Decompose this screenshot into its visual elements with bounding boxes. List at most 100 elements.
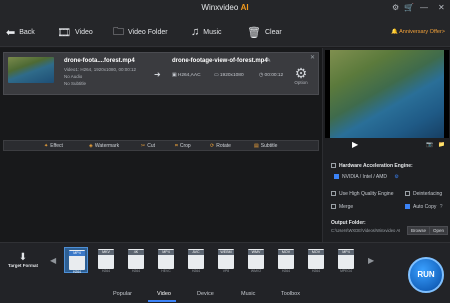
play-icon[interactable]: ▶	[352, 140, 358, 149]
app-title-main: Winxvideo	[201, 3, 239, 12]
tab-device[interactable]: Device	[197, 291, 214, 297]
cart-icon[interactable]: 🛒	[404, 3, 414, 13]
anniversary-offer-link[interactable]: 🔔 Anniversary Offer>	[391, 29, 445, 35]
auto-copy-checkbox[interactable]	[405, 204, 410, 210]
hw-vendor-label: NVIDIA / Intel / AMD	[342, 174, 388, 180]
format-tile[interactable]: AVC H264	[184, 247, 208, 273]
merge-checkbox[interactable]	[331, 204, 336, 210]
format-tag: WEBM	[218, 250, 234, 255]
format-tile[interactable]: 4K H264	[124, 247, 148, 273]
run-button[interactable]: RUN	[408, 257, 444, 293]
source-audio-info[interactable]: No Audio	[64, 74, 82, 79]
tab-video[interactable]: Video	[157, 291, 171, 297]
open-folder-icon[interactable]: 📁	[438, 142, 445, 148]
close-icon[interactable]: ✕	[438, 3, 445, 13]
hw-vendor-row[interactable]: NVIDIA / Intel / AMD ⚙	[334, 174, 399, 180]
minimize-icon[interactable]: —	[420, 3, 428, 13]
title-bar: Winxvideo AI ⚙ 🛒 — ✕	[0, 0, 450, 17]
trash-icon: 🗑	[247, 26, 261, 39]
effect-button[interactable]: ✦ Effect	[44, 143, 63, 149]
deinterlacing-row[interactable]: Deinterlacing	[405, 191, 442, 197]
format-tile[interactable]: MP4 HEVC	[154, 247, 178, 273]
format-tag: AVC	[188, 250, 204, 255]
cut-button[interactable]: ✂ Cut	[141, 143, 155, 149]
high-quality-checkbox[interactable]	[331, 191, 336, 197]
format-tag: MKV	[98, 250, 114, 255]
codec-option-button[interactable]: ⚙ Option	[293, 66, 309, 85]
format-codec: H264	[72, 270, 82, 274]
tab-music[interactable]: Music	[241, 291, 255, 297]
format-tag: MP4	[69, 251, 85, 256]
video-folder-icon: 🗀	[113, 25, 124, 38]
subtitle-label: Subtitle	[260, 143, 278, 149]
remove-item-icon[interactable]: ✕	[310, 54, 315, 61]
format-next-icon[interactable]: ▶	[368, 256, 374, 265]
edit-name-icon[interactable]: ✎	[266, 57, 271, 64]
auto-copy-label: Auto Copy	[413, 204, 437, 210]
source-subtitle-info[interactable]: No Subtitle	[64, 81, 86, 86]
clear-button[interactable]: 🗑 Clear	[247, 24, 282, 40]
open-button[interactable]: Open	[429, 226, 449, 235]
add-video-button[interactable]: 🎞 Video	[57, 24, 93, 40]
deinterlacing-label: Deinterlacing	[413, 191, 443, 197]
crop-button[interactable]: ⌗ Crop	[175, 143, 191, 149]
deinterlacing-checkbox[interactable]	[405, 191, 410, 197]
add-music-button[interactable]: ♫ Music	[191, 24, 222, 40]
target-format-label: Target Format	[8, 263, 38, 268]
format-codec: H264	[311, 269, 321, 273]
auto-copy-row[interactable]: Auto Copy ?	[405, 204, 443, 210]
hw-settings-gear-icon[interactable]: ⚙	[394, 174, 398, 180]
target-format: ⬇ Target Format	[6, 252, 40, 268]
app-title: Winxvideo AI	[0, 3, 450, 12]
format-tile[interactable]: MOV H264	[274, 247, 298, 273]
add-video-folder-button[interactable]: 🗀 Video Folder	[113, 24, 168, 40]
bell-icon: 🔔	[391, 29, 398, 35]
rotate-button[interactable]: ⟳ Rotate	[210, 143, 231, 149]
output-file-name: drone-footage-view-of-forest.mp4	[172, 58, 268, 64]
preview-controls: ▶ 📷 📁	[323, 140, 450, 152]
tab-popular[interactable]: Popular	[113, 291, 132, 297]
output-duration: ◷ 00:00:12	[259, 73, 283, 78]
output-folder-label: Output Folder:	[331, 220, 366, 226]
format-codec: VP8	[222, 269, 230, 273]
back-button[interactable]: ⬅ Back	[6, 24, 35, 40]
source-file-name: drone-foota....forest.mp4	[64, 58, 135, 64]
preview-image	[330, 50, 444, 138]
format-tile[interactable]: MKV H264	[94, 247, 118, 273]
app-title-ai: AI	[240, 3, 249, 12]
target-format-icon: ⬇	[18, 252, 28, 263]
right-panel: ▶ 📷 📁 Hardware Acceleration Engine: NVID…	[322, 48, 450, 242]
help-icon[interactable]: ?	[440, 204, 443, 210]
format-tag: MP4	[338, 250, 354, 255]
file-list-area: drone-foota....forest.mp4 Video1: H264, …	[0, 48, 322, 242]
file-item[interactable]: drone-foota....forest.mp4 Video1: H264, …	[3, 52, 319, 95]
format-bar: ⬇ Target Format ◀ MP4 H264 MKV H264 4K H…	[0, 242, 450, 303]
preview-window	[325, 50, 449, 138]
format-tag: MOV	[278, 250, 294, 255]
format-tag: MP4	[158, 250, 174, 255]
format-tile[interactable]: MP4 H264	[64, 247, 88, 274]
high-quality-label: Use High Quality Engine	[339, 191, 394, 197]
convert-arrow-icon: ➜	[154, 70, 161, 79]
hw-accel-checkbox[interactable]	[331, 163, 336, 169]
option-gear-icon: ⚙	[294, 65, 308, 81]
hw-accel-row[interactable]: Hardware Acceleration Engine:	[331, 163, 413, 169]
format-tile[interactable]: MOV H264	[304, 247, 328, 273]
format-tag: 4K	[128, 250, 144, 255]
high-quality-row[interactable]: Use High Quality Engine	[331, 191, 393, 197]
merge-row[interactable]: Merge	[331, 204, 353, 210]
watermark-button[interactable]: ◈ Watermark	[89, 143, 119, 149]
format-prev-icon[interactable]: ◀	[50, 256, 56, 265]
format-codec: H264	[131, 269, 141, 273]
video-thumbnail	[8, 57, 54, 83]
tab-toolbox[interactable]: Toolbox	[281, 291, 300, 297]
snapshot-icon[interactable]: 📷	[426, 142, 433, 148]
video-folder-label: Video Folder	[128, 28, 168, 36]
settings-icon[interactable]: ⚙	[392, 3, 399, 13]
format-tile[interactable]: WMV WMV2	[244, 247, 268, 273]
hw-vendor-checkbox[interactable]	[334, 174, 339, 180]
format-tile[interactable]: WEBM VP8	[214, 247, 238, 273]
subtitle-button[interactable]: ▤ Subtitle	[254, 143, 277, 149]
browse-button[interactable]: Browse	[407, 226, 431, 235]
format-tile[interactable]: MP4 MPEG4	[334, 247, 358, 273]
